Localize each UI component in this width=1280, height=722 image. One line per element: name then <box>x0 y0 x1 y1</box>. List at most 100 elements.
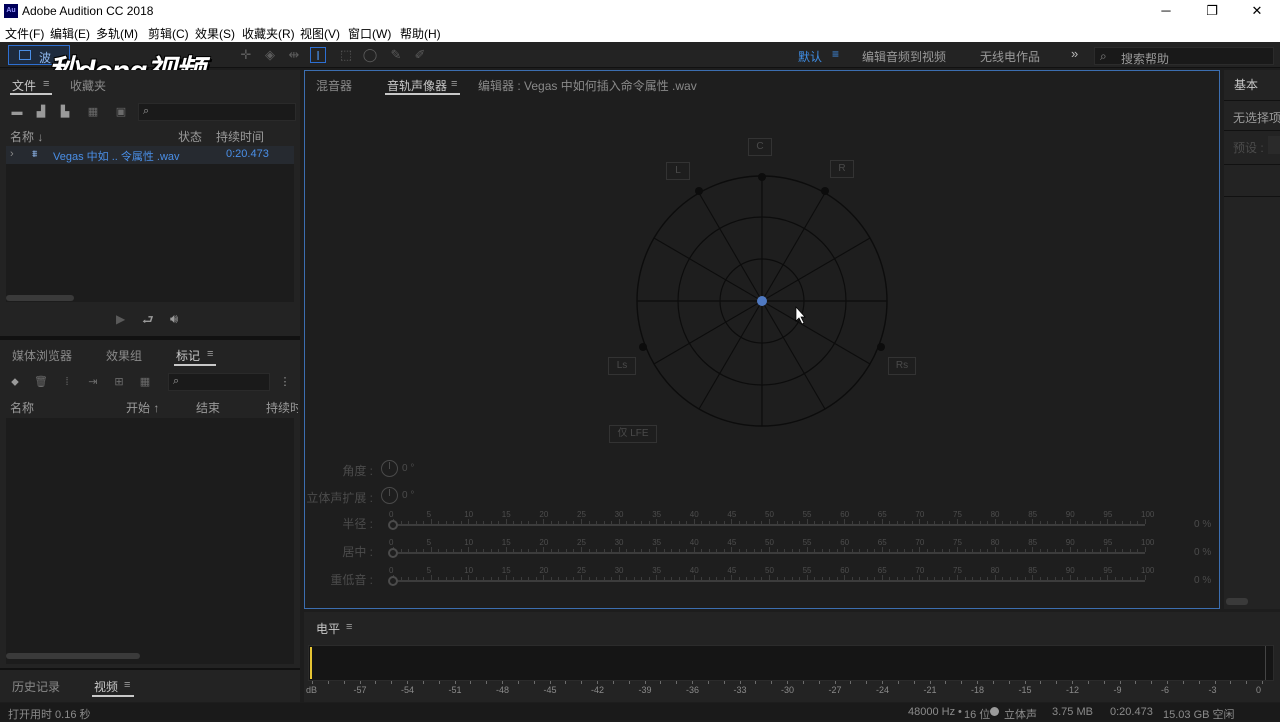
expand-chevron-icon[interactable]: › <box>10 148 14 160</box>
props-scrollbar[interactable] <box>1226 598 1248 605</box>
menu-multitrack[interactable]: 多轨(M) <box>96 25 138 42</box>
levels-menu-icon[interactable]: ≡ <box>346 621 352 633</box>
preset-dropdown[interactable] <box>1268 136 1280 154</box>
slider-handle[interactable] <box>388 576 398 586</box>
menu-window[interactable]: 窗口(W) <box>348 25 391 42</box>
column-marker-start[interactable]: 开始 ↑ <box>126 399 159 416</box>
open-file-icon[interactable]: ▬ <box>10 106 24 118</box>
play-icon[interactable]: ▶ <box>116 312 125 326</box>
tab-video[interactable]: 视频 <box>94 678 118 695</box>
add-marker-icon[interactable]: ⬥ <box>8 376 22 388</box>
tab-levels[interactable]: 电平 <box>316 620 340 637</box>
level-scale-label: -33 <box>733 685 747 695</box>
markers-panel-menu-icon[interactable]: ≡ <box>207 348 213 360</box>
slider-handle[interactable] <box>388 548 398 558</box>
slider-tick-label: 55 <box>802 538 812 547</box>
speaker-Rs-button[interactable]: Rs <box>888 357 916 375</box>
workspace-edit-audio-to-video[interactable]: 编辑音频到视频 <box>862 48 946 65</box>
slider-value[interactable]: 0 % <box>1194 519 1211 530</box>
restore-button[interactable]: ❐ <box>1189 0 1235 22</box>
tab-essential-sound[interactable]: 基本 <box>1234 76 1258 93</box>
export-markers-icon[interactable]: ⇥ <box>86 376 100 388</box>
files-panel-menu-icon[interactable]: ≡ <box>43 78 49 90</box>
import-file-icon[interactable]: ▟ <box>34 106 48 118</box>
column-duration[interactable]: 持续时间 <box>216 128 264 145</box>
angle-knob[interactable] <box>381 460 398 477</box>
level-scale-label: -51 <box>448 685 462 695</box>
slider-tick-label: 55 <box>802 510 812 519</box>
merge-markers-icon[interactable]: ⁞ <box>60 376 74 388</box>
workspace-menu-icon[interactable]: ≡ <box>832 47 839 61</box>
tab-media-browser[interactable]: 媒体浏览器 <box>12 347 72 364</box>
minimize-button[interactable]: ─ <box>1143 0 1189 22</box>
time-selection-tool-icon[interactable]: I <box>310 47 326 63</box>
menu-file[interactable]: 文件(F) <box>5 25 44 42</box>
tab-markers[interactable]: 标记 <box>176 347 200 364</box>
loop-icon[interactable]: ⮐ <box>142 311 154 333</box>
slider-handle[interactable] <box>388 520 398 530</box>
markers-scrollbar[interactable] <box>6 653 140 659</box>
menu-effects[interactable]: 效果(S) <box>195 25 235 42</box>
slider-track[interactable] <box>393 524 1145 526</box>
slider-value[interactable]: 0 % <box>1194 575 1211 586</box>
filter-icon[interactable]: ⋮ <box>278 376 292 388</box>
angle-value[interactable]: 0 ° <box>402 463 414 474</box>
speaker-L-button[interactable]: L <box>666 162 690 180</box>
slider-track[interactable] <box>393 552 1145 554</box>
menu-view[interactable]: 视图(V) <box>300 25 340 42</box>
speaker-R-button[interactable]: R <box>830 160 854 178</box>
tab-files[interactable]: 文件 <box>12 77 36 94</box>
insert-into-multitrack-icon[interactable]: ▦ <box>86 106 100 118</box>
speaker-Ls-button[interactable]: Ls <box>608 357 636 375</box>
slider-tick-label: 100 <box>1141 566 1155 575</box>
column-marker-duration[interactable]: 持续时 <box>266 399 298 416</box>
tab-effects-group[interactable]: 效果组 <box>106 347 142 364</box>
slider-tick-label: 40 <box>689 566 699 575</box>
menu-clip[interactable]: 剪辑(C) <box>148 25 189 42</box>
tab-history[interactable]: 历史记录 <box>12 678 60 695</box>
file-row[interactable]: › ⩩ Vegas 中如 .. 令属性 .wav 0:20.473 <box>6 146 294 164</box>
track-panner-menu-icon[interactable]: ≡ <box>451 78 457 90</box>
batch-process-icon[interactable]: ▦ <box>138 376 152 388</box>
brush-tool-icon[interactable]: ✎ <box>388 47 404 63</box>
essential-sound-panel: 基本 无选择项 预设 : <box>1224 70 1280 609</box>
lasso-tool-icon[interactable]: ◯ <box>362 47 378 63</box>
menu-help[interactable]: 帮助(H) <box>400 25 441 42</box>
slider-value[interactable]: 0 % <box>1194 547 1211 558</box>
tab-favorites[interactable]: 收藏夹 <box>70 77 106 94</box>
stereo-spread-value[interactable]: 0 ° <box>402 490 414 501</box>
close-file-icon[interactable]: ▣ <box>114 106 128 118</box>
column-marker-name[interactable]: 名称 <box>10 399 34 416</box>
files-search-input[interactable]: ⌕ <box>138 103 296 121</box>
tab-mixer[interactable]: 混音器 <box>316 77 352 94</box>
tab-editor[interactable]: 编辑器 : Vegas 中如何插入命令属性 .wav <box>478 77 697 94</box>
slip-tool-icon[interactable]: ⇹ <box>286 47 302 63</box>
menu-edit[interactable]: 编辑(E) <box>50 25 90 42</box>
column-status[interactable]: 状态 <box>178 128 202 145</box>
speaker-C-button[interactable]: C <box>748 138 772 156</box>
new-file-icon[interactable]: ▙ <box>58 106 72 118</box>
autoplay-speaker-icon[interactable]: 🔊︎ <box>170 311 178 327</box>
surround-panner-graphic[interactable] <box>605 131 925 451</box>
insert-markers-icon[interactable]: ⊞ <box>112 376 126 388</box>
tab-track-panner[interactable]: 音轨声像器 <box>387 77 447 94</box>
markers-search-input[interactable]: ⌕ <box>168 373 270 391</box>
marquee-tool-icon[interactable]: ⬚ <box>338 47 354 63</box>
files-scrollbar[interactable] <box>6 295 74 301</box>
workspace-overflow-icon[interactable]: » <box>1071 46 1078 61</box>
spot-healing-tool-icon[interactable]: ✐ <box>412 47 428 63</box>
workspace-default[interactable]: 默认 <box>798 48 822 65</box>
lfe-only-button[interactable]: 仅 LFE <box>609 425 657 443</box>
help-search-input[interactable]: ⌕ 搜索帮助 <box>1094 47 1274 66</box>
slider-track[interactable] <box>393 580 1145 582</box>
stereo-spread-knob[interactable] <box>381 487 398 504</box>
column-marker-end[interactable]: 结束 <box>196 399 220 416</box>
workspace-radio-production[interactable]: 无线电作品 <box>980 48 1040 65</box>
history-panel-menu-icon[interactable]: ≡ <box>124 679 130 691</box>
menu-favorites[interactable]: 收藏夹(R) <box>242 25 295 42</box>
close-button[interactable]: ✕ <box>1234 0 1280 22</box>
move-tool-icon[interactable]: ✛ <box>238 47 254 63</box>
delete-marker-icon[interactable]: 🗑︎ <box>34 376 48 388</box>
razor-tool-icon[interactable]: ◈ <box>262 47 278 63</box>
column-name[interactable]: 名称 ↓ <box>10 128 43 145</box>
